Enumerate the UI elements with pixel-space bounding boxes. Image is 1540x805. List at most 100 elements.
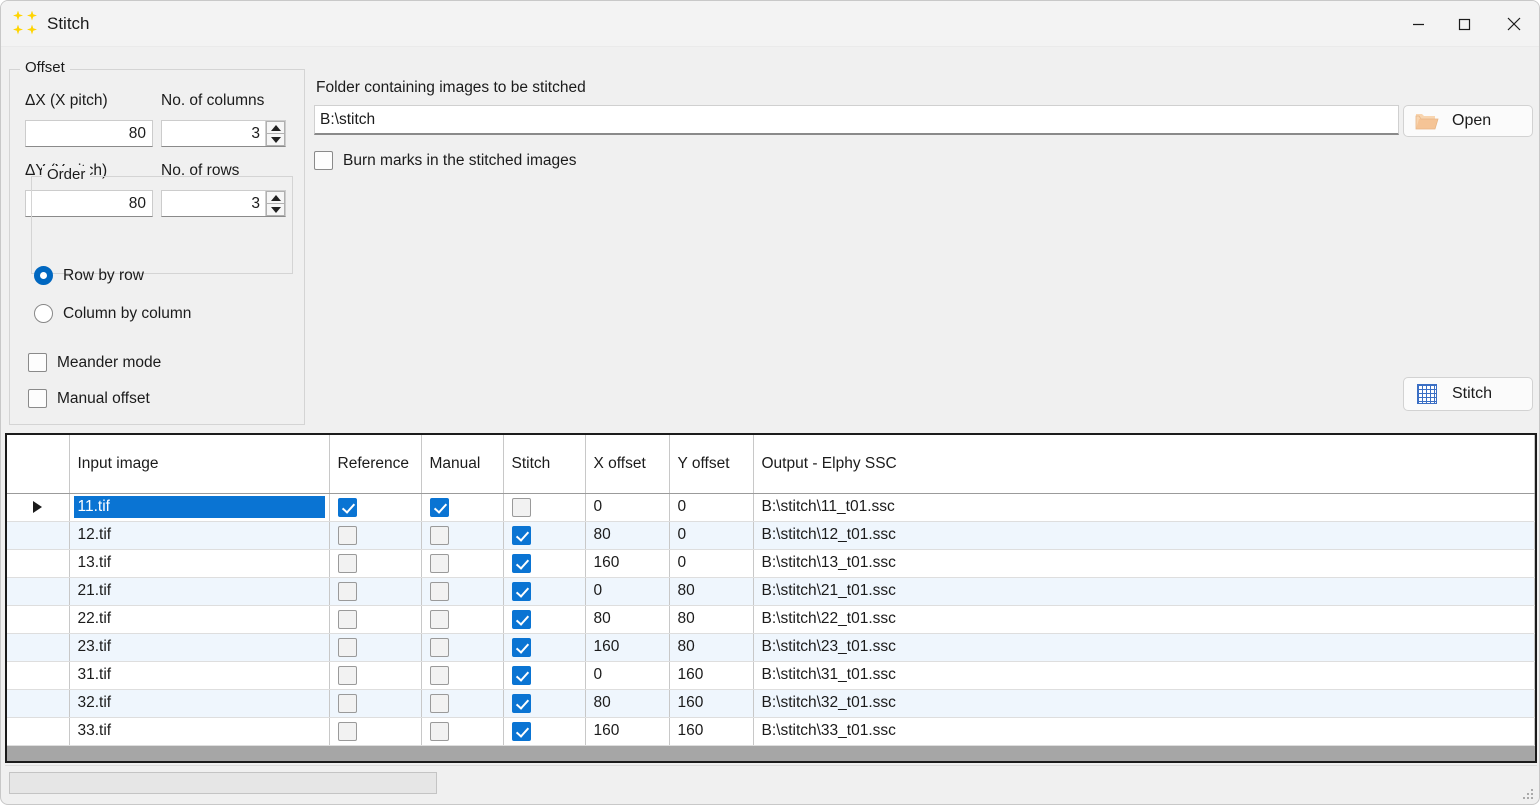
column-header-manual[interactable]: Manual [421,435,504,494]
cell-y-offset[interactable]: 160 [669,689,754,718]
cell-reference-checkbox[interactable] [329,717,422,746]
cell-manual-checkbox[interactable] [421,633,504,662]
cell-manual-checkbox-indicator[interactable] [429,497,449,517]
cell-y-offset[interactable]: 0 [669,521,754,550]
cell-manual-checkbox[interactable] [421,521,504,550]
cell-stitch-checkbox-indicator[interactable] [511,721,531,741]
cell-x-offset[interactable]: 160 [585,549,670,578]
cell-output-path[interactable]: B:\stitch\23_t01.ssc [753,633,1535,662]
cell-y-offset[interactable]: 80 [669,605,754,634]
table-row[interactable]: 21.tif 0 80 B:\stitch\21_t01.ssc [7,577,1535,606]
cell-stitch-checkbox[interactable] [503,689,586,718]
cell-input-image[interactable]: 32.tif [69,689,330,718]
table-row[interactable]: 31.tif 0 160 B:\stitch\31_t01.ssc [7,661,1535,690]
cell-output-path[interactable]: B:\stitch\21_t01.ssc [753,577,1535,606]
cell-reference-checkbox[interactable] [329,689,422,718]
cell-manual-checkbox-indicator[interactable] [429,553,449,573]
cell-input-image[interactable]: 31.tif [69,661,330,690]
cell-output-path[interactable]: B:\stitch\31_t01.ssc [753,661,1535,690]
cell-output-path[interactable]: B:\stitch\12_t01.ssc [753,521,1535,550]
cell-reference-checkbox-indicator[interactable] [337,609,357,629]
cell-manual-checkbox[interactable] [421,549,504,578]
cell-stitch-checkbox-indicator[interactable] [511,581,531,601]
cell-manual-checkbox-indicator[interactable] [429,665,449,685]
cell-reference-checkbox-indicator[interactable] [337,525,357,545]
cell-input-image[interactable]: 23.tif [69,633,330,662]
cell-x-offset[interactable]: 80 [585,605,670,634]
table-row[interactable]: 23.tif 160 80 B:\stitch\23_t01.ssc [7,633,1535,662]
cell-reference-checkbox-indicator[interactable] [337,693,357,713]
cell-stitch-checkbox-indicator[interactable] [511,693,531,713]
cell-input-image[interactable]: 12.tif [69,521,330,550]
cell-stitch-checkbox[interactable] [503,605,586,634]
cell-reference-checkbox-indicator[interactable] [337,553,357,573]
x-pitch-input[interactable]: 80 [25,120,153,147]
cell-stitch-checkbox-indicator[interactable] [511,637,531,657]
cell-y-offset[interactable]: 80 [669,577,754,606]
cell-x-offset[interactable]: 160 [585,633,670,662]
checkbox-manual-offset[interactable]: Manual offset [28,389,150,408]
folder-path-input[interactable]: B:\stitch [314,105,1399,135]
column-header-input-image[interactable]: Input image [69,435,330,494]
cell-y-offset[interactable]: 80 [669,633,754,662]
column-header-stitch[interactable]: Stitch [503,435,586,494]
table-row[interactable]: 12.tif 80 0 B:\stitch\12_t01.ssc [7,521,1535,550]
cell-input-image[interactable]: 11.tif [69,493,330,522]
column-header-reference[interactable]: Reference [329,435,422,494]
cell-y-offset[interactable]: 160 [669,661,754,690]
cell-stitch-checkbox-indicator[interactable] [511,665,531,685]
columns-decrement-button[interactable] [266,134,285,146]
cell-x-offset[interactable]: 80 [585,689,670,718]
row-selector-cell[interactable] [7,633,70,662]
cell-manual-checkbox[interactable] [421,661,504,690]
cell-input-image[interactable]: 13.tif [69,549,330,578]
table-row[interactable]: 13.tif 160 0 B:\stitch\13_t01.ssc [7,549,1535,578]
table-row[interactable]: 11.tif 0 0 B:\stitch\11_t01.ssc [7,493,1535,522]
minimize-icon[interactable] [1395,1,1441,47]
cell-x-offset[interactable]: 0 [585,661,670,690]
cell-stitch-checkbox[interactable] [503,717,586,746]
radio-row-by-row[interactable]: Row by row [34,266,144,285]
cell-output-path[interactable]: B:\stitch\22_t01.ssc [753,605,1535,634]
cell-stitch-checkbox[interactable] [503,661,586,690]
maximize-icon[interactable] [1441,1,1487,47]
cell-output-path[interactable]: B:\stitch\13_t01.ssc [753,549,1535,578]
cell-reference-checkbox[interactable] [329,549,422,578]
cell-stitch-checkbox[interactable] [503,577,586,606]
cell-reference-checkbox[interactable] [329,633,422,662]
cell-manual-checkbox[interactable] [421,577,504,606]
cell-y-offset[interactable]: 0 [669,493,754,522]
cell-input-image[interactable]: 33.tif [69,717,330,746]
row-selector-cell[interactable] [7,661,70,690]
radio-column-by-column[interactable]: Column by column [34,304,191,323]
cell-stitch-checkbox[interactable] [503,633,586,662]
table-row[interactable]: 33.tif 160 160 B:\stitch\33_t01.ssc [7,717,1535,746]
cell-manual-checkbox-indicator[interactable] [429,581,449,601]
cell-reference-checkbox-indicator[interactable] [337,497,357,517]
cell-reference-checkbox[interactable] [329,577,422,606]
cell-manual-checkbox[interactable] [421,717,504,746]
row-selector-cell[interactable] [7,605,70,634]
cell-manual-checkbox-indicator[interactable] [429,609,449,629]
cell-output-path[interactable]: B:\stitch\32_t01.ssc [753,689,1535,718]
cell-stitch-checkbox[interactable] [503,521,586,550]
cell-x-offset[interactable]: 80 [585,521,670,550]
cell-x-offset[interactable]: 160 [585,717,670,746]
cell-manual-checkbox[interactable] [421,605,504,634]
row-selector-cell[interactable] [7,493,70,522]
row-selector-cell[interactable] [7,717,70,746]
cell-output-path[interactable]: B:\stitch\11_t01.ssc [753,493,1535,522]
cell-stitch-checkbox[interactable] [503,549,586,578]
cell-manual-checkbox-indicator[interactable] [429,637,449,657]
columns-stepper[interactable]: 3 [161,120,286,147]
cell-manual-checkbox[interactable] [421,493,504,522]
cell-stitch-checkbox[interactable] [503,493,586,522]
cell-reference-checkbox[interactable] [329,521,422,550]
stitch-button[interactable]: Stitch [1403,377,1533,411]
table-row[interactable]: 32.tif 80 160 B:\stitch\32_t01.ssc [7,689,1535,718]
checkbox-burn-marks[interactable]: Burn marks in the stitched images [314,151,576,170]
column-header-selector[interactable] [7,435,70,494]
column-header-x-offset[interactable]: X offset [585,435,670,494]
cell-input-image[interactable]: 21.tif [69,577,330,606]
cell-x-offset[interactable]: 0 [585,577,670,606]
